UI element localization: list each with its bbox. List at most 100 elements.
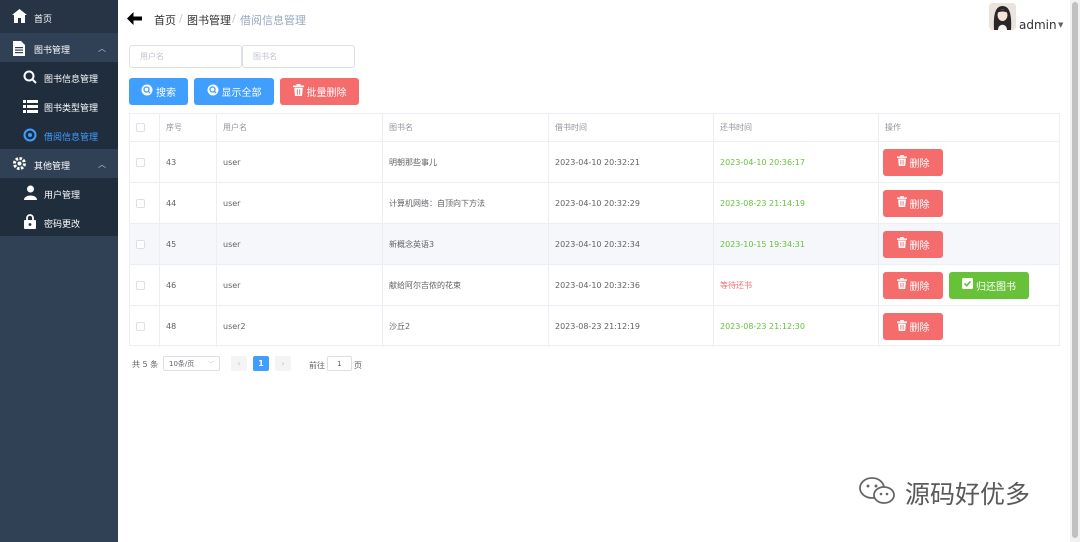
delete-button-label: 删除 (909, 323, 930, 334)
page-size-select[interactable]: 10条/页 ﹀ (163, 356, 220, 371)
page-size-value: 10条/页 (169, 359, 195, 368)
prev-page-button[interactable]: ‹ (231, 356, 247, 371)
wechat-icon (857, 475, 897, 511)
page-suffix-label: 页 (354, 361, 362, 370)
return-time-cell: 2023-08-23 21:14:19 (714, 183, 879, 223)
sidebar-item-password[interactable]: 密码更改 (0, 207, 118, 236)
avatar[interactable] (989, 3, 1016, 30)
sidebar-item-label: 首页 (34, 15, 53, 25)
list-icon (22, 98, 38, 114)
actions-cell: 删除 (879, 306, 1059, 347)
sidebar-item-home[interactable]: 首页 (0, 0, 118, 33)
username-cell: user2 (217, 306, 383, 347)
delete-button[interactable]: 删除 (883, 230, 943, 258)
trash-icon (292, 84, 304, 99)
sidebar-item-borrow-info[interactable]: 借阅信息管理 (0, 120, 118, 149)
watermark-text: 源码好优多 (905, 480, 1031, 509)
search-button[interactable]: 搜索 (129, 78, 188, 105)
sidebar-item-label: 图书类型管理 (44, 104, 99, 114)
trash-icon (896, 196, 907, 210)
username-cell: user (217, 142, 383, 182)
delete-button-label: 删除 (909, 199, 930, 211)
id-cell: 45 (160, 224, 217, 264)
sidebar-item-book-management[interactable]: 图书管理 ︿ (0, 33, 118, 62)
borrow-time-cell: 2023-04-10 20:32:36 (549, 265, 714, 305)
back-arrow-icon[interactable] (127, 10, 142, 29)
next-page-button[interactable]: › (275, 356, 291, 371)
header: 首页 / 图书管理 / 借阅信息管理 admin ▼ (118, 0, 1080, 36)
row-checkbox[interactable] (136, 322, 145, 331)
select-all-checkbox[interactable] (136, 123, 145, 132)
delete-button-label: 删除 (909, 240, 930, 252)
home-icon (11, 8, 27, 24)
show-all-button[interactable]: 显示全部 (194, 78, 274, 105)
username-cell: user (217, 224, 383, 264)
bookname-cell: 计算机网络：自顶向下方法 (383, 183, 549, 223)
row-checkbox[interactable] (136, 280, 145, 290)
goto-page-input[interactable]: 1 (327, 356, 352, 371)
borrow-table: 序号 用户名 图书名 借书时间 还书时间 操作 43 user 明朝那些事儿 2023-04-1… (129, 113, 1060, 347)
sidebar-item-label: 其他管理 (34, 162, 71, 172)
row-checkbox[interactable] (136, 157, 145, 167)
goto-label: 前往 (309, 361, 325, 370)
delete-button[interactable]: 删除 (883, 313, 943, 340)
document-icon (11, 40, 27, 56)
username-cell: user (217, 183, 383, 223)
actions-cell: 删除 (879, 224, 1059, 264)
eye-icon (22, 127, 38, 143)
checkbox-cell (130, 224, 160, 264)
username-filter-input[interactable]: 用户名 (129, 45, 242, 68)
breadcrumb-book-management[interactable]: 图书管理 (187, 12, 231, 28)
table-row: 46 user 献给阿尔吉侬的花束 2023-04-10 20:32:36 等待还书 删除… (130, 265, 1059, 306)
search-button-label: 搜索 (156, 88, 176, 99)
page-number-button[interactable]: 1 (253, 356, 269, 371)
search-icon (207, 84, 219, 99)
breadcrumb-separator: / (179, 12, 183, 25)
column-header: 用户名 (217, 114, 383, 141)
breadcrumb-separator: / (232, 12, 236, 25)
lock-icon (22, 213, 38, 229)
checkbox-cell (130, 183, 160, 223)
breadcrumb-current: 借阅信息管理 (240, 14, 306, 27)
delete-button[interactable]: 删除 (883, 189, 943, 217)
borrow-time-cell: 2023-04-10 20:32:21 (549, 142, 714, 182)
username[interactable]: admin (1019, 18, 1057, 32)
caret-down-icon[interactable]: ▼ (1058, 21, 1063, 29)
sidebar-item-label: 密码更改 (44, 220, 81, 230)
return-time-cell: 2023-08-23 21:12:30 (714, 306, 879, 347)
username-cell: user (217, 265, 383, 305)
row-checkbox[interactable] (136, 198, 145, 208)
id-cell: 44 (160, 183, 217, 223)
batch-delete-button[interactable]: 批量删除 (280, 78, 359, 105)
scrollbar[interactable] (1070, 0, 1080, 542)
bookname-filter-input[interactable]: 图书名 (242, 45, 355, 68)
column-header: 借书时间 (549, 114, 714, 141)
delete-button[interactable]: 删除 (883, 148, 943, 176)
table-row: 44 user 计算机网络：自顶向下方法 2023-04-10 20:32:29 202… (130, 183, 1059, 224)
check-icon (962, 278, 973, 292)
delete-button[interactable]: 删除 (883, 271, 943, 299)
header-checkbox-cell (130, 114, 160, 141)
trash-icon (896, 278, 907, 292)
id-cell: 43 (160, 142, 217, 182)
pagination-total: 共 5 条 (132, 360, 159, 369)
user-icon (22, 184, 38, 200)
sidebar: 首页 图书管理 ︿ 图书信息管理 图书类型管理 借阅信息管理 其他管理 ︿ 用户… (0, 0, 118, 542)
row-checkbox[interactable] (136, 239, 145, 249)
trash-icon (896, 155, 907, 169)
return-book-button[interactable]: 归还图书 (949, 271, 1029, 299)
sidebar-item-book-type[interactable]: 图书类型管理 (0, 91, 118, 120)
column-header: 操作 (885, 123, 901, 132)
sidebar-item-user-management[interactable]: 用户管理 (0, 178, 118, 207)
table-row: 43 user 明朝那些事儿 2023-04-10 20:32:21 2023-04-1… (130, 142, 1059, 183)
breadcrumb-home[interactable]: 首页 (154, 12, 176, 28)
sidebar-item-other-management[interactable]: 其他管理 ︿ (0, 149, 118, 178)
scrollbar-thumb[interactable] (1072, 2, 1078, 538)
borrow-time-cell: 2023-08-23 21:12:19 (549, 306, 714, 347)
sidebar-item-label: 图书管理 (34, 46, 71, 56)
delete-button-label: 删除 (909, 158, 930, 170)
table-header-row: 序号 用户名 图书名 借书时间 还书时间 操作 (130, 114, 1059, 142)
show-all-button-label: 显示全部 (221, 88, 262, 99)
sidebar-item-book-info[interactable]: 图书信息管理 (0, 62, 118, 91)
return-time-cell: 等待还书 (714, 265, 879, 305)
